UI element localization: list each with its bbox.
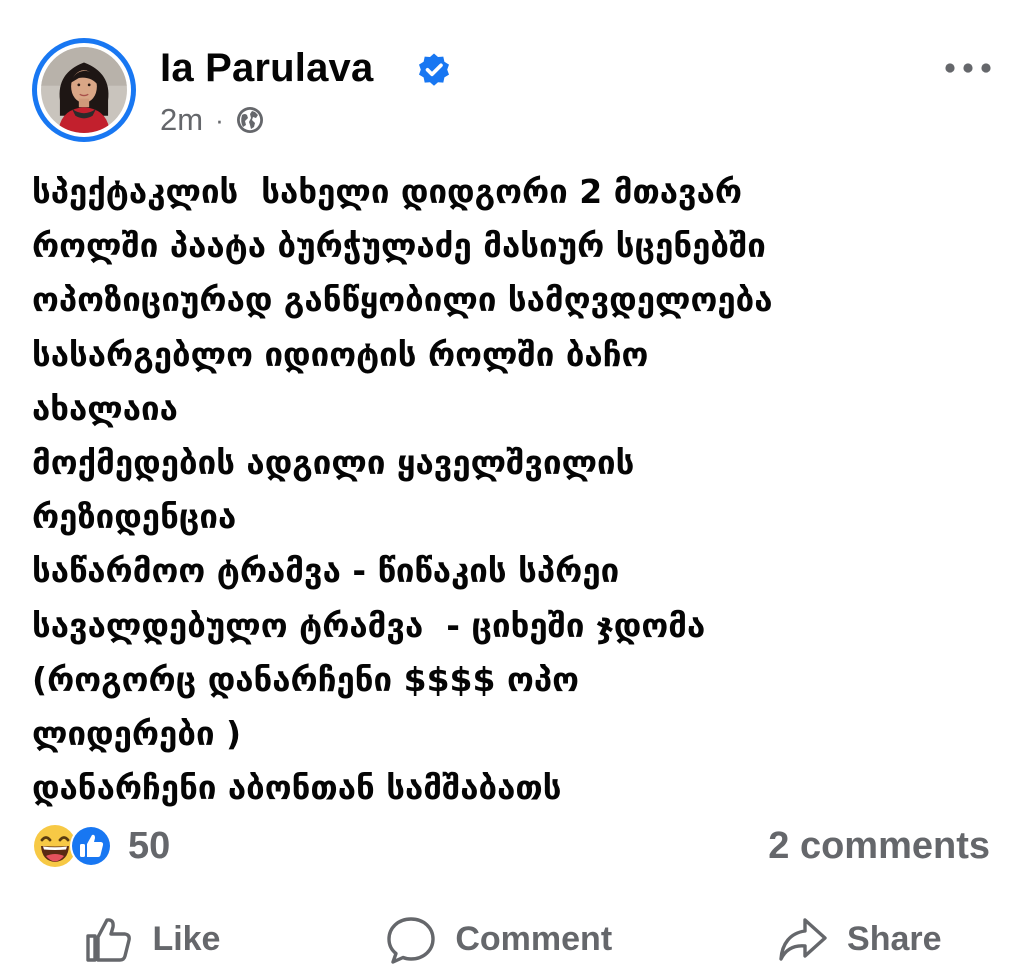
more-options-button[interactable]	[940, 50, 996, 86]
post-body-text: სპექტაკლის სახელი დიდგორი 2 მთავარ როლში…	[32, 172, 773, 808]
post-stats: 50 2 comments	[0, 815, 1024, 875]
like-label: Like	[152, 920, 221, 958]
verified-badge-icon	[419, 53, 449, 86]
like-reaction-icon	[70, 825, 112, 867]
comments-count[interactable]: 2 comments	[768, 823, 990, 869]
comment-label: Comment	[455, 920, 613, 958]
share-arrow-icon	[779, 917, 827, 961]
share-label: Share	[847, 920, 942, 958]
post-time[interactable]: 2m	[160, 102, 203, 138]
post-header: Ia Parulava 2m ·	[0, 0, 1024, 160]
reactions-summary[interactable]: 50	[32, 823, 170, 869]
reaction-count: 50	[128, 824, 171, 867]
avatar-photo	[41, 47, 127, 133]
post-meta: 2m ·	[160, 100, 266, 140]
comment-button[interactable]: Comment	[373, 908, 624, 972]
globe-icon[interactable]	[234, 104, 266, 136]
post-actions: Like Comment Share	[0, 900, 1024, 979]
avatar[interactable]	[32, 38, 136, 142]
author-name[interactable]: Ia Parulava	[160, 44, 373, 92]
like-button[interactable]: Like	[70, 908, 232, 972]
more-dots-icon	[945, 63, 991, 73]
avatar-frame	[37, 43, 131, 137]
comment-bubble-icon	[387, 916, 436, 964]
meta-separator: ·	[215, 104, 224, 135]
share-button[interactable]: Share	[765, 908, 954, 972]
thumbs-up-icon	[86, 917, 132, 962]
